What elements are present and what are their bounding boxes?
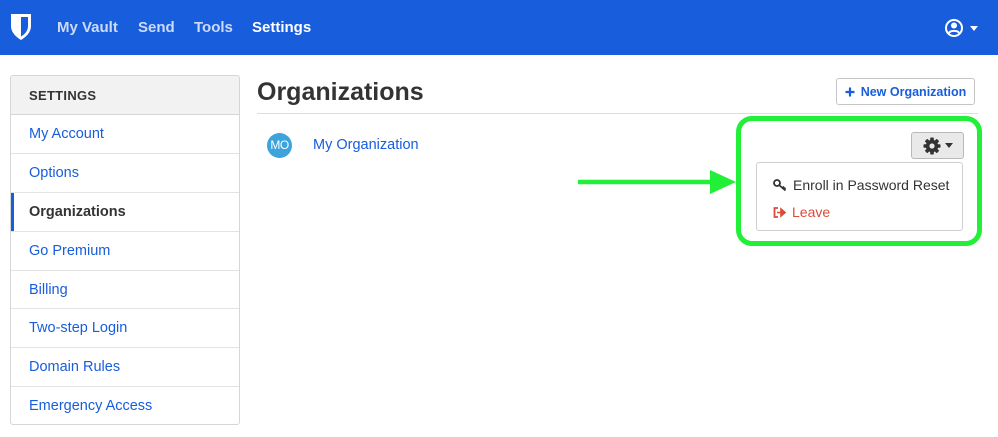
plus-icon	[845, 87, 855, 96]
nav-my-vault[interactable]: My Vault	[57, 19, 118, 36]
caret-down-icon	[944, 143, 953, 148]
title-divider	[257, 113, 978, 114]
sidebar-item-two-step-login[interactable]: Two-step Login	[11, 309, 239, 349]
organization-avatar: MO	[267, 133, 292, 158]
page-title: Organizations	[257, 78, 424, 106]
nav-settings[interactable]: Settings	[252, 19, 311, 36]
menu-item-enroll-label: Enroll in Password Reset	[793, 177, 950, 193]
top-navbar: My Vault Send Tools Settings	[0, 0, 998, 55]
sidebar-item-billing[interactable]: Billing	[11, 271, 239, 310]
key-icon	[773, 179, 787, 191]
menu-item-leave-label: Leave	[792, 204, 831, 220]
sidebar-item-organizations[interactable]: Organizations	[11, 192, 239, 232]
menu-item-enroll-password-reset[interactable]: Enroll in Password Reset	[773, 177, 949, 193]
organization-name-link[interactable]: My Organization	[313, 137, 419, 153]
organization-options-menu: Enroll in Password Reset Leave	[756, 162, 963, 231]
user-circle-icon	[945, 19, 978, 37]
nav-tools[interactable]: Tools	[194, 19, 233, 36]
sidebar-item-options[interactable]: Options	[11, 154, 239, 193]
sign-out-icon	[773, 206, 786, 218]
new-organization-button[interactable]: New Organization	[836, 78, 975, 105]
sidebar-item-domain-rules[interactable]: Domain Rules	[11, 348, 239, 388]
profile-menu-button[interactable]	[944, 16, 984, 40]
sidebar-item-go-premium[interactable]: Go Premium	[11, 232, 239, 271]
bitwarden-shield-icon[interactable]	[10, 13, 32, 41]
sidebar-header: SETTINGS	[11, 76, 239, 115]
nav-send[interactable]: Send	[138, 19, 175, 36]
sidebar-item-my-account[interactable]: My Account	[11, 115, 239, 154]
organization-options-button[interactable]	[911, 132, 964, 159]
settings-sidebar: SETTINGS My Account Options Organization…	[10, 75, 240, 425]
sidebar-item-emergency-access[interactable]: Emergency Access	[11, 387, 239, 424]
new-organization-label: New Organization	[860, 84, 967, 99]
gear-icon	[923, 137, 940, 154]
annotation-arrow	[578, 170, 736, 194]
menu-item-leave[interactable]: Leave	[773, 204, 830, 220]
